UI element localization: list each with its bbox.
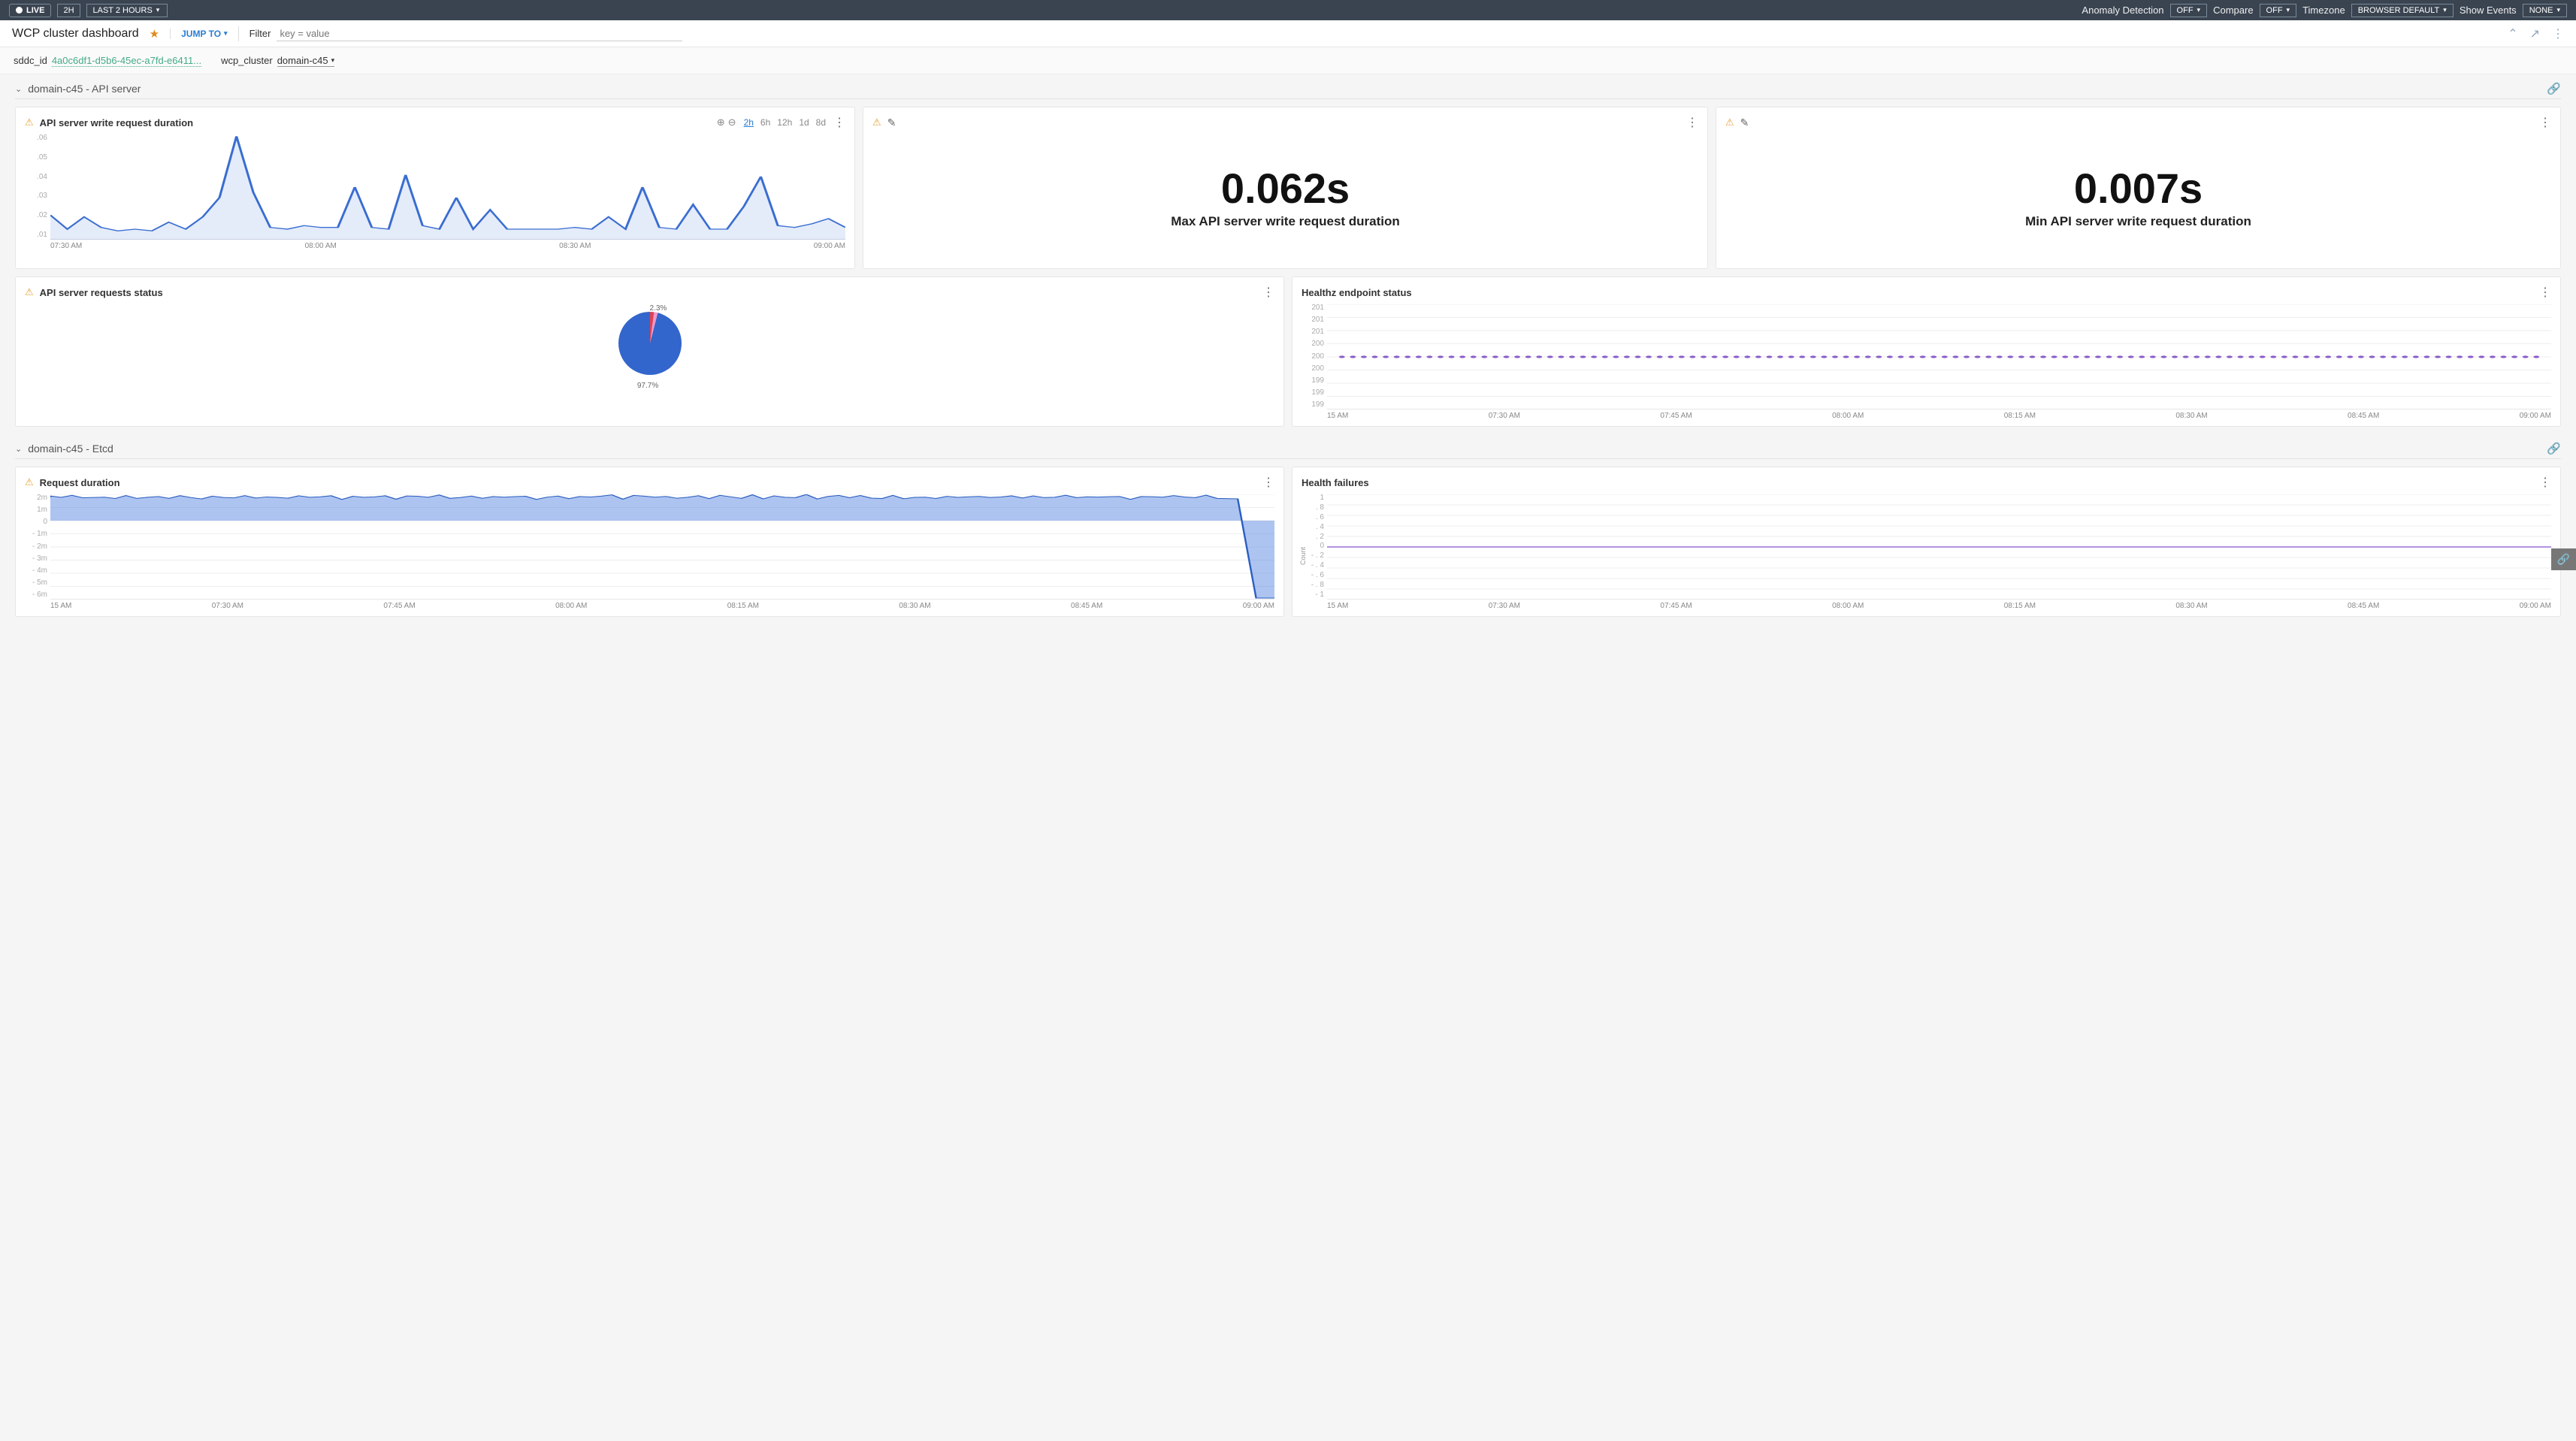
top-navbar: LIVE 2H LAST 2 HOURS Anomaly Detection O… <box>0 0 2576 20</box>
card-api-write-duration: ⚠ API server write request duration ⊕ ⊖ … <box>15 107 855 269</box>
section-header-etcd[interactable]: ⌄ domain-c45 - Etcd 🔗 <box>15 442 2561 459</box>
timezone-label: Timezone <box>2302 5 2345 16</box>
jump-to-dropdown[interactable]: JUMP TO <box>170 29 227 39</box>
pie-slice-label-b: 97.7% <box>637 382 658 390</box>
anomaly-dropdown[interactable]: OFF <box>2170 4 2208 17</box>
stat-value: 0.062s <box>872 168 1698 210</box>
filter-label: Filter <box>249 28 271 39</box>
card-healthz: Healthz endpoint status ⋮ 20120120120020… <box>1292 276 2561 427</box>
card-etcd-req: ⚠ Request duration ⋮ 2m1m0- 1m- 2m- 3m- … <box>15 467 1284 617</box>
card-title: Health failures <box>1302 477 1369 488</box>
overflow-menu-icon[interactable]: ⋮ <box>2552 26 2564 41</box>
live-dot-icon <box>16 7 23 14</box>
stat-subtitle: Max API server write request duration <box>872 214 1698 229</box>
card-menu-icon[interactable]: ⋮ <box>1262 475 1274 490</box>
card-etcd-fail: Health failures ⋮ Count 1. 8. 6. 4. 20- … <box>1292 467 2561 617</box>
zoom-in-icon[interactable]: ⊕ <box>717 116 725 128</box>
title-bar: WCP cluster dashboard ★ JUMP TO Filter ⌃… <box>0 20 2576 47</box>
card-menu-icon[interactable]: ⋮ <box>1686 115 1698 130</box>
warning-icon: ⚠ <box>1725 116 1734 128</box>
section-link-icon[interactable]: 🔗 <box>2547 442 2561 455</box>
collapse-all-icon[interactable]: ⌃ <box>2508 26 2517 41</box>
stat-value: 0.007s <box>1725 168 2551 210</box>
time-link-12h[interactable]: 12h <box>777 117 792 128</box>
time-link-8d[interactable]: 8d <box>816 117 826 128</box>
card-menu-icon[interactable]: ⋮ <box>2539 285 2551 300</box>
stat-subtitle: Min API server write request duration <box>1725 214 2551 229</box>
warning-icon: ⚠ <box>25 116 34 128</box>
card-req-status: ⚠ API server requests status ⋮ 2.3% 97.7… <box>15 276 1284 427</box>
compare-label: Compare <box>2213 5 2253 16</box>
var-wcp-dropdown[interactable]: domain-c45 <box>277 55 334 67</box>
floating-link-button[interactable]: 🔗 <box>2551 548 2576 570</box>
zoom-out-icon[interactable]: ⊖ <box>728 116 736 128</box>
timezone-dropdown[interactable]: BROWSER DEFAULT <box>2351 4 2454 17</box>
section-title-api: domain-c45 - API server <box>28 83 141 95</box>
page-title: WCP cluster dashboard <box>12 27 139 41</box>
pie-slice-label-a: 2.3% <box>650 304 667 313</box>
time-link-2h[interactable]: 2h <box>744 117 754 128</box>
warning-icon: ⚠ <box>25 476 34 488</box>
time-link-1d[interactable]: 1d <box>799 117 809 128</box>
filter-input[interactable] <box>277 26 682 41</box>
chevron-down-icon: ⌄ <box>15 444 22 454</box>
card-menu-icon[interactable]: ⋮ <box>2539 475 2551 490</box>
share-icon[interactable]: ↗ <box>2530 26 2540 41</box>
card-menu-icon[interactable]: ⋮ <box>833 115 845 130</box>
star-icon[interactable]: ★ <box>150 27 159 41</box>
warning-icon: ⚠ <box>25 286 34 298</box>
time-range-links: 2h 6h 12h 1d 8d <box>744 117 826 128</box>
compare-dropdown[interactable]: OFF <box>2260 4 2297 17</box>
card-title: API server write request duration <box>40 117 193 128</box>
card-menu-icon[interactable]: ⋮ <box>1262 285 1274 300</box>
variable-bar: sddc_id 4a0c6df1-d5b6-45ec-a7fd-e6411...… <box>0 47 2576 74</box>
section-title-etcd: domain-c45 - Etcd <box>28 443 113 455</box>
events-label: Show Events <box>2460 5 2517 16</box>
warning-icon: ⚠ <box>872 116 881 128</box>
live-toggle[interactable]: LIVE <box>9 4 51 17</box>
card-title: API server requests status <box>40 287 163 298</box>
events-dropdown[interactable]: NONE <box>2523 4 2567 17</box>
card-title: Request duration <box>40 477 120 488</box>
section-header-api[interactable]: ⌄ domain-c45 - API server 🔗 <box>15 82 2561 99</box>
card-title: Healthz endpoint status <box>1302 287 1412 298</box>
section-link-icon[interactable]: 🔗 <box>2547 82 2561 95</box>
anomaly-label: Anomaly Detection <box>2082 5 2163 16</box>
chevron-down-icon: ⌄ <box>15 84 22 94</box>
card-max-write: ⚠ ✎ ⋮ 0.062s Max API server write reques… <box>863 107 1708 269</box>
pie-chart <box>618 312 682 375</box>
time-range-dropdown[interactable]: LAST 2 HOURS <box>86 4 168 17</box>
var-sddc-key: sddc_id <box>14 55 47 66</box>
time-quick-button[interactable]: 2H <box>57 4 80 17</box>
var-wcp-key: wcp_cluster <box>221 55 273 66</box>
card-min-write: ⚠ ✎ ⋮ 0.007s Min API server write reques… <box>1716 107 2561 269</box>
time-link-6h[interactable]: 6h <box>760 117 770 128</box>
card-menu-icon[interactable]: ⋮ <box>2539 115 2551 130</box>
var-sddc-value[interactable]: 4a0c6df1-d5b6-45ec-a7fd-e6411... <box>52 55 201 67</box>
edit-icon[interactable]: ✎ <box>1740 116 1749 129</box>
live-label: LIVE <box>26 6 44 15</box>
edit-icon[interactable]: ✎ <box>887 116 896 129</box>
